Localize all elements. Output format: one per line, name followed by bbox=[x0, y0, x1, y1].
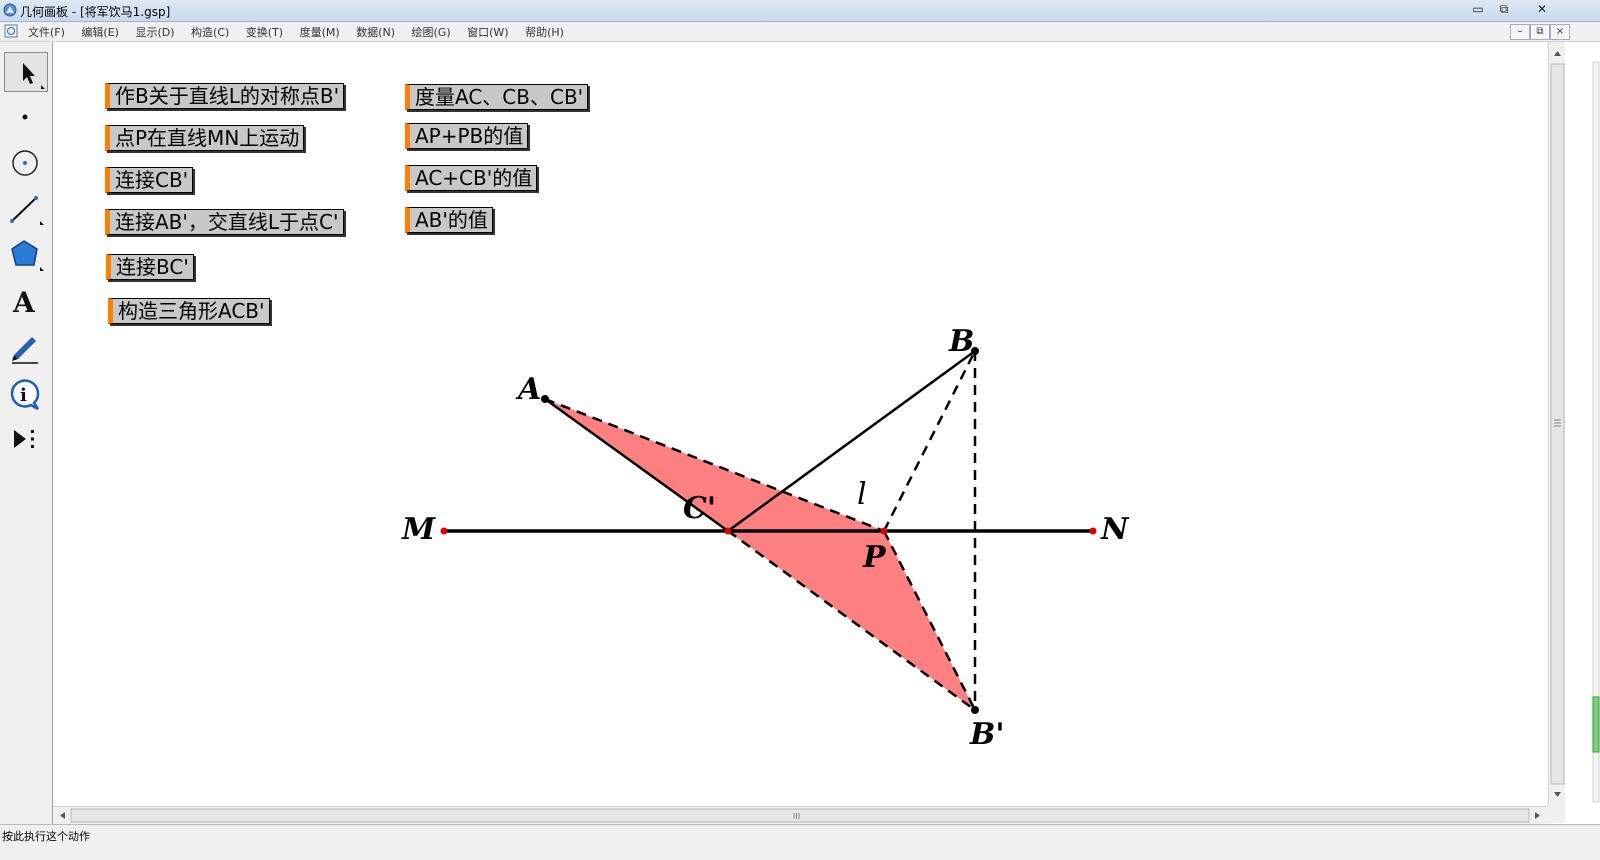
label-n: N bbox=[1100, 512, 1130, 547]
status-bar: 按此执行这个动作 bbox=[0, 824, 1600, 860]
menu-transform[interactable]: 变换(T) bbox=[246, 26, 283, 39]
label-l: l bbox=[857, 477, 867, 512]
svg-text:A: A bbox=[12, 286, 36, 319]
window-right-edge bbox=[1565, 42, 1600, 824]
horizontal-scrollbar-track: III bbox=[60, 808, 1540, 823]
horizontal-scrollbar[interactable]: III bbox=[53, 806, 1548, 824]
geometry-figure: A B M N P C' B' l bbox=[401, 324, 1130, 752]
polygon-icon bbox=[11, 240, 44, 271]
vertical-scrollbar-track bbox=[1550, 51, 1565, 797]
text-tool[interactable]: A bbox=[4, 281, 48, 321]
sketchpad-app-icon bbox=[3, 3, 17, 17]
menu-help[interactable]: 帮助(H) bbox=[525, 26, 564, 39]
straightedge-icon bbox=[10, 196, 44, 225]
custom-tool-icon bbox=[14, 430, 34, 448]
point-a[interactable] bbox=[541, 395, 549, 403]
menu-list: 文件(F) 编辑(E) 显示(D) 构造(C) 变换(T) 度量(M) 数据(N… bbox=[28, 24, 577, 40]
menu-measure[interactable]: 度量(M) bbox=[300, 26, 340, 39]
scroll-left-arrow-icon[interactable] bbox=[60, 812, 65, 819]
window-close-button[interactable]: ✕ bbox=[1526, 0, 1558, 18]
segment-p-b-dashed[interactable] bbox=[882, 350, 977, 532]
sketch-canvas[interactable]: 作B关于直线L的对称点B' 点P在直线MN上运动 连接CB' 连接AB'，交直线… bbox=[53, 42, 1565, 806]
status-text: 按此执行这个动作 bbox=[2, 830, 90, 843]
window-title-bar: 几何画板 - [将军饮马1.gsp] ▭ ⧉ ✕ bbox=[0, 0, 1600, 22]
label-b: B bbox=[948, 324, 974, 359]
information-icon: i bbox=[10, 379, 40, 411]
point-icon bbox=[22, 114, 28, 120]
marker-pen-icon bbox=[12, 337, 38, 364]
information-tool[interactable]: i bbox=[4, 373, 48, 413]
scroll-right-arrow-icon[interactable] bbox=[1535, 812, 1540, 819]
scroll-grip: III bbox=[793, 812, 800, 821]
menu-construct[interactable]: 构造(C) bbox=[191, 26, 229, 39]
arrow-select-icon bbox=[23, 63, 45, 89]
menu-graph[interactable]: 绘图(G) bbox=[412, 26, 451, 39]
svg-text:i: i bbox=[20, 385, 27, 406]
vertical-scroll-thumb[interactable] bbox=[1550, 63, 1565, 785]
marker-tool[interactable] bbox=[4, 327, 48, 367]
point-n[interactable] bbox=[1089, 527, 1097, 535]
label-p: P bbox=[862, 540, 887, 575]
document-close-button[interactable]: × bbox=[1550, 24, 1570, 40]
label-c-prime: C' bbox=[683, 491, 716, 526]
menu-edit[interactable]: 编辑(E) bbox=[81, 26, 119, 39]
document-icon[interactable] bbox=[4, 24, 18, 38]
polygon-tool[interactable] bbox=[4, 235, 48, 275]
segment-c-b[interactable] bbox=[727, 349, 976, 533]
toolbox: A i bbox=[0, 42, 53, 824]
compass-icon bbox=[12, 150, 38, 176]
point-c-prime[interactable] bbox=[724, 527, 732, 535]
document-minimize-button[interactable]: – bbox=[1510, 24, 1530, 40]
compass-tool[interactable] bbox=[4, 143, 48, 183]
vertical-scrollbar[interactable] bbox=[1548, 42, 1566, 806]
label-b-prime: B' bbox=[969, 717, 1005, 752]
custom-tool[interactable] bbox=[4, 419, 48, 459]
scroll-down-arrow-icon[interactable] bbox=[1554, 792, 1561, 797]
straightedge-tool[interactable] bbox=[4, 189, 48, 229]
point-p[interactable] bbox=[880, 527, 888, 535]
text-icon: A bbox=[12, 286, 36, 319]
window-restore-button[interactable]: ⧉ bbox=[1488, 0, 1520, 18]
label-m: M bbox=[401, 512, 436, 547]
point-tool[interactable] bbox=[4, 97, 48, 137]
side-scroll-indicator bbox=[1592, 61, 1600, 803]
arrow-select-tool[interactable] bbox=[4, 52, 48, 92]
scroll-up-arrow-icon[interactable] bbox=[1554, 51, 1561, 56]
menu-window[interactable]: 窗口(W) bbox=[467, 26, 508, 39]
label-a: A bbox=[515, 372, 541, 407]
window-title: 几何画板 - [将军饮马1.gsp] bbox=[20, 5, 171, 19]
point-b-prime[interactable] bbox=[971, 706, 979, 714]
scrollbar-corner bbox=[1548, 806, 1565, 823]
point-m[interactable] bbox=[440, 527, 448, 535]
menu-data[interactable]: 数据(N) bbox=[356, 26, 395, 39]
document-restore-button[interactable]: ⧉ bbox=[1530, 24, 1550, 40]
menu-file[interactable]: 文件(F) bbox=[28, 26, 65, 39]
menu-display[interactable]: 显示(D) bbox=[135, 26, 174, 39]
menu-bar: 文件(F) 编辑(E) 显示(D) 构造(C) 变换(T) 度量(M) 数据(N… bbox=[0, 22, 1600, 42]
